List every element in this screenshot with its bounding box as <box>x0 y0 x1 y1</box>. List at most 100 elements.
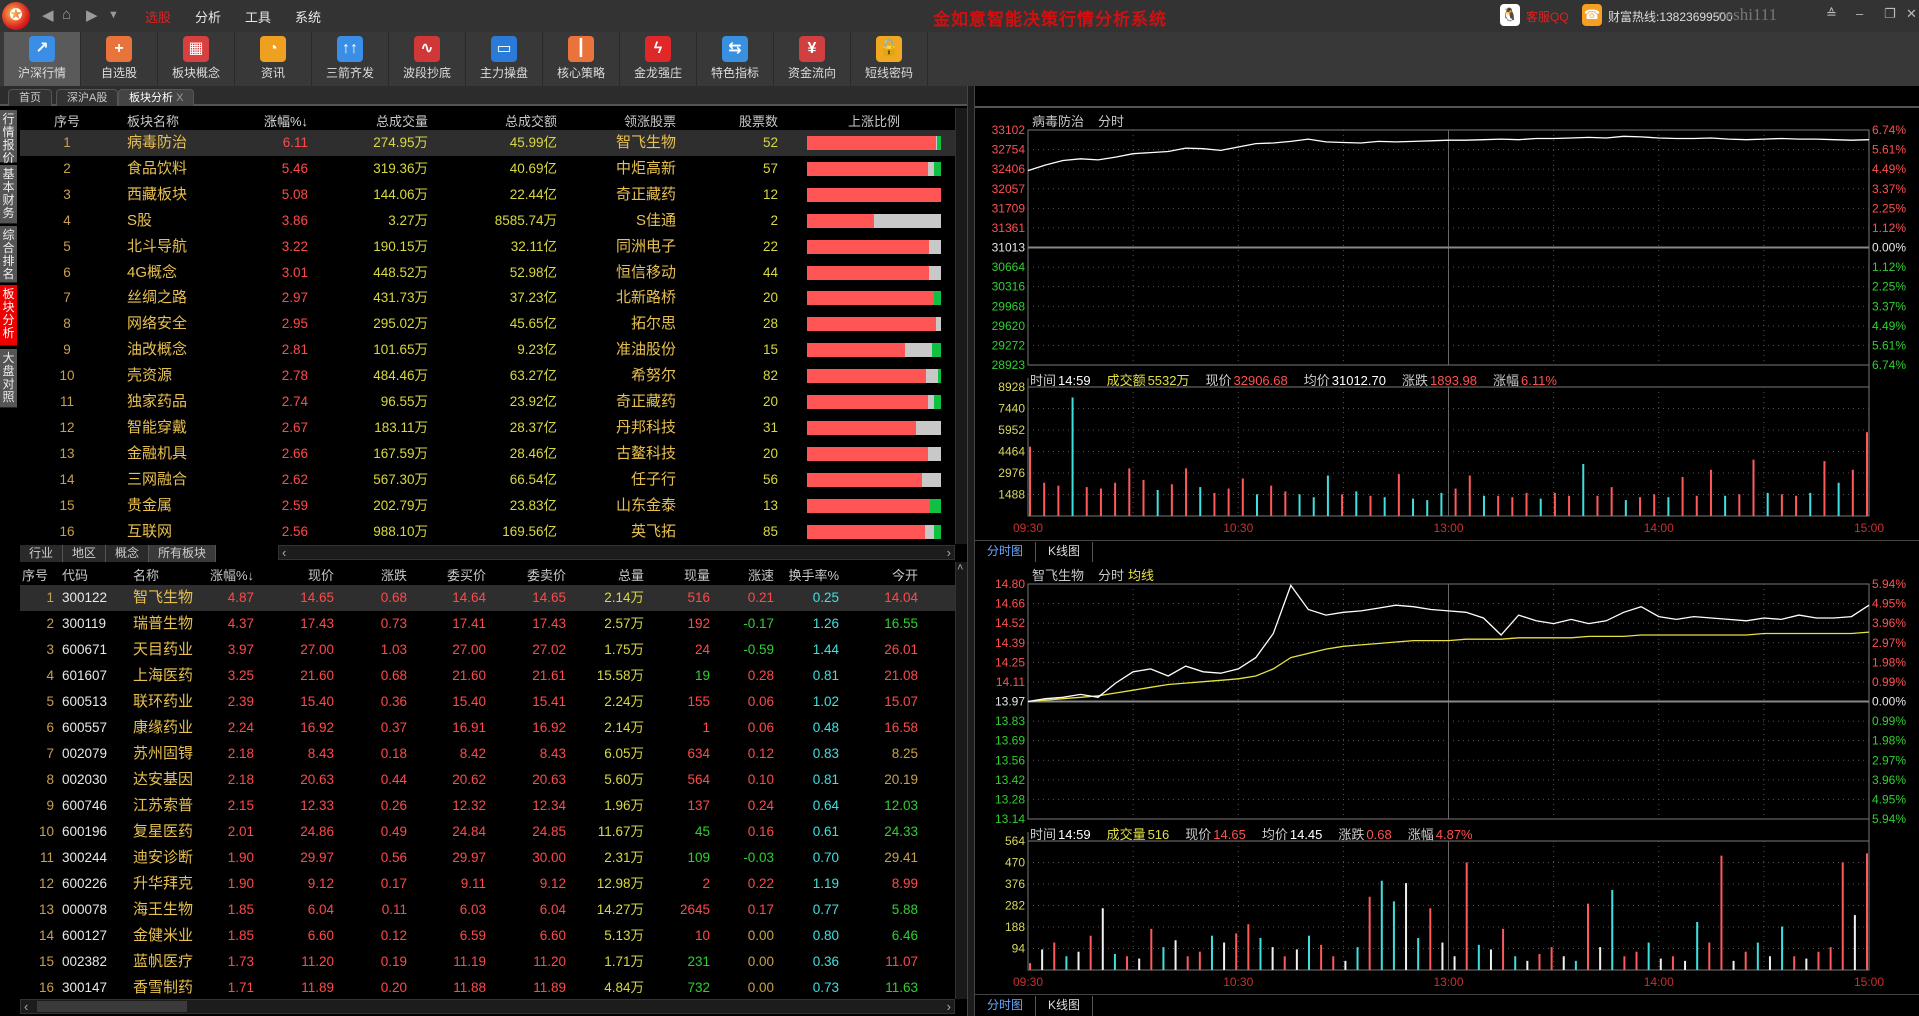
toolbar-button-2[interactable]: ▦ 板块概念 <box>158 32 235 86</box>
dropdown-icon[interactable]: ▼ <box>108 9 119 21</box>
scroll-right-icon[interactable]: › <box>947 545 951 560</box>
toolbar-button-4[interactable]: ↑↑ 三箭齐发 <box>312 32 389 86</box>
scroll-up-icon[interactable]: ˄ <box>957 562 963 574</box>
sector-row[interactable]: 9 油改概念 2.81 101.65万 9.23亿 准油股份 15 <box>20 337 955 363</box>
tab-sh-sz-a[interactable]: 深沪A股 <box>56 89 119 106</box>
side-tab-3[interactable]: 板块分析 <box>0 285 17 346</box>
stock-row[interactable]: 12 600226 升华拜克 1.90 9.12 0.17 9.11 9.12 12.98万 2 0… <box>20 871 955 897</box>
menu-xitong[interactable]: 系统 <box>295 7 321 26</box>
forward-icon[interactable]: ▶ <box>86 6 98 24</box>
menu-gongju[interactable]: 工具 <box>245 7 271 26</box>
stock-scrollbar[interactable]: ˄ <box>955 562 967 999</box>
category-scrollbar[interactable]: ‹ › <box>278 545 955 560</box>
tab-sector-analysis[interactable]: 板块分析 X <box>118 89 195 106</box>
stock-row[interactable]: 7 002079 苏州固锝 2.18 8.43 0.18 8.42 8.43 6.05万 634 0… <box>20 741 955 767</box>
sector-row[interactable]: 11 独家药品 2.74 96.55万 23.92亿 奇正藏药 20 <box>20 389 955 415</box>
stock-header-9[interactable]: 现量 <box>640 565 710 584</box>
toolbar-button-10[interactable]: ¥ 资金流向 <box>774 32 851 86</box>
minimize-icon[interactable]: – <box>1856 6 1863 21</box>
toolbar-button-9[interactable]: ⇆ 特色指标 <box>697 32 774 86</box>
stock-row[interactable]: 14 600127 金健米业 1.85 6.60 0.12 6.59 6.60 5.13万 10 0… <box>20 923 955 949</box>
side-tab-4[interactable]: 大盘对照 <box>0 349 17 408</box>
stock-header-7[interactable]: 委卖价 <box>496 565 566 584</box>
scroll-left-icon[interactable]: ‹ <box>24 999 28 1014</box>
sector-row[interactable]: 15 贵金属 2.59 202.79万 23.83亿 山东金泰 13 <box>20 493 955 519</box>
stock-header-10[interactable]: 涨速 <box>704 565 774 584</box>
side-tab-0[interactable]: 行情报价 <box>0 110 17 165</box>
sector-row[interactable]: 12 智能穿戴 2.67 183.11万 28.37亿 丹邦科技 31 <box>20 415 955 441</box>
tab-home[interactable]: 首页 <box>8 89 52 106</box>
category-tab-1[interactable]: 地区 <box>63 545 107 562</box>
sector-row[interactable]: 10 壳资源 2.78 484.46万 63.27亿 希努尔 82 <box>20 363 955 389</box>
home-icon[interactable]: ⌂ <box>62 6 71 23</box>
sector-header-6[interactable]: 股票数 <box>728 111 778 130</box>
stock-hscrollbar[interactable]: ‹ › <box>20 999 955 1014</box>
panel-splitter[interactable] <box>967 86 975 1016</box>
stock-row[interactable]: 9 600746 江苏索普 2.15 12.33 0.26 12.32 12.34 1.96万 1… <box>20 793 955 819</box>
side-tab-2[interactable]: 综合排名 <box>0 226 17 283</box>
toolbar-button-8[interactable]: ϟ 金龙强庄 <box>620 32 697 86</box>
category-tab-0[interactable]: 行业 <box>20 545 64 562</box>
collapse-icon[interactable]: ≙ <box>1826 6 1837 22</box>
sector-row[interactable]: 5 北斗导航 3.22 190.15万 32.11亿 同洲电子 22 <box>20 234 955 260</box>
stock-header-3[interactable]: 涨幅%↓ <box>184 565 254 584</box>
stock-header-4[interactable]: 现价 <box>264 565 334 584</box>
sector-row[interactable]: 7 丝绸之路 2.97 431.73万 37.23亿 北新路桥 20 <box>20 285 955 311</box>
tab-close-icon[interactable]: X <box>176 92 183 104</box>
tab-intraday-chart[interactable]: 分时图 <box>975 542 1037 562</box>
toolbar-button-3[interactable]: ◔ 资讯 <box>235 32 312 86</box>
toolbar-button-1[interactable]: + 自选股 <box>81 32 158 86</box>
stock-header-5[interactable]: 涨跌 <box>337 565 407 584</box>
sector-scrollbar[interactable] <box>955 108 967 544</box>
side-tab-1[interactable]: 基本财务 <box>0 165 17 224</box>
stock-row[interactable]: 15 002382 蓝帆医疗 1.73 11.20 0.19 11.19 11.20 1.71万… <box>20 949 955 975</box>
toolbar-button-11[interactable]: 🔓 短线密码 <box>851 32 928 86</box>
scroll-thumb[interactable] <box>37 1001 187 1012</box>
stock-header-1[interactable]: 代码 <box>62 565 122 584</box>
sector-row[interactable]: 3 西藏板块 5.08 144.06万 22.44亿 奇正藏药 12 <box>20 182 955 208</box>
sector-header-5[interactable]: 领涨股票 <box>576 111 676 130</box>
stock-row[interactable]: 3 600671 天目药业 3.97 27.00 1.03 27.00 27.02 1.75万 2… <box>20 637 955 663</box>
category-tab-3[interactable]: 所有板块 <box>149 545 217 562</box>
menu-xuangu[interactable]: 选股 <box>145 7 171 26</box>
tab-intraday-chart[interactable]: 分时图 <box>975 996 1037 1016</box>
sector-header-3[interactable]: 总成交量 <box>330 111 428 130</box>
toolbar-button-7[interactable]: ┃ 核心策略 <box>543 32 620 86</box>
stock-header-8[interactable]: 总量 <box>564 565 644 584</box>
scroll-left-icon[interactable]: ‹ <box>282 545 286 560</box>
sector-header-1[interactable]: 板块名称 <box>127 111 237 130</box>
stock-header-6[interactable]: 委买价 <box>416 565 486 584</box>
menu-fenxi[interactable]: 分析 <box>195 7 221 26</box>
sector-row[interactable]: 14 三网融合 2.62 567.30万 66.54亿 任子行 56 <box>20 467 955 493</box>
stock-header-0[interactable]: 序号 <box>22 565 52 584</box>
tab-kline-chart[interactable]: K线图 <box>1036 996 1094 1016</box>
stock-header-11[interactable]: 换手率% <box>769 565 839 584</box>
scroll-right-icon[interactable]: › <box>947 999 951 1014</box>
stock-row[interactable]: 5 600513 联环药业 2.39 15.40 0.36 15.40 15.41 2.24万 1… <box>20 689 955 715</box>
sector-row[interactable]: 2 食品饮料 5.46 319.36万 40.69亿 中炬高新 57 <box>20 156 955 182</box>
stock-row[interactable]: 2 300119 瑞普生物 4.37 17.43 0.73 17.41 17.43 2.57万 1… <box>20 611 955 637</box>
sector-row[interactable]: 6 4G概念 3.01 448.52万 52.98亿 恒信移动 44 <box>20 260 955 286</box>
sector-row[interactable]: 13 金融机具 2.66 167.59万 28.46亿 古鳌科技 20 <box>20 441 955 467</box>
stock-row[interactable]: 6 600557 康缘药业 2.24 16.92 0.37 16.91 16.92 2.14万 1… <box>20 715 955 741</box>
sector-row[interactable]: 1 病毒防治 6.11 274.95万 45.99亿 智飞生物 52 <box>20 130 955 156</box>
sector-header-0[interactable]: 序号 <box>45 111 89 130</box>
restore-icon[interactable]: ❐ <box>1884 6 1896 22</box>
sector-row[interactable]: 8 网络安全 2.95 295.02万 45.65亿 拓尔思 28 <box>20 311 955 337</box>
close-icon[interactable]: ✕ <box>1906 6 1917 22</box>
stock-row[interactable]: 11 300244 迪安诊断 1.90 29.97 0.56 29.97 30.00 2.31万… <box>20 845 955 871</box>
stock-row[interactable]: 10 600196 复星医药 2.01 24.86 0.49 24.84 24.85 11.67… <box>20 819 955 845</box>
category-tab-2[interactable]: 概念 <box>106 545 150 562</box>
qq-icon[interactable]: 🐧 <box>1500 4 1520 26</box>
toolbar-button-6[interactable]: ▭ 主力操盘 <box>466 32 543 86</box>
stock-header-12[interactable]: 今开 <box>848 565 918 584</box>
stock-row[interactable]: 16 300147 香雪制药 1.71 11.89 0.20 11.88 11.89 4.84万… <box>20 975 955 1001</box>
toolbar-button-5[interactable]: ∿ 波段抄底 <box>389 32 466 86</box>
sector-row[interactable]: 16 互联网 2.56 988.10万 169.56亿 英飞拓 85 <box>20 519 955 545</box>
stock-row[interactable]: 8 002030 达安基因 2.18 20.63 0.44 20.62 20.63 5.60万 5… <box>20 767 955 793</box>
service-qq-link[interactable]: 客服QQ <box>1526 8 1569 25</box>
sector-row[interactable]: 4 S股 3.86 3.27万 8585.74万 S佳通 2 <box>20 208 955 234</box>
stock-row[interactable]: 1 300122 智飞生物 4.87 14.65 0.68 14.64 14.65 2.14万 5… <box>20 585 955 611</box>
sector-header-2[interactable]: 涨幅%↓ <box>246 111 308 130</box>
stock-row[interactable]: 4 601607 上海医药 3.25 21.60 0.68 21.60 21.61 15.58万… <box>20 663 955 689</box>
